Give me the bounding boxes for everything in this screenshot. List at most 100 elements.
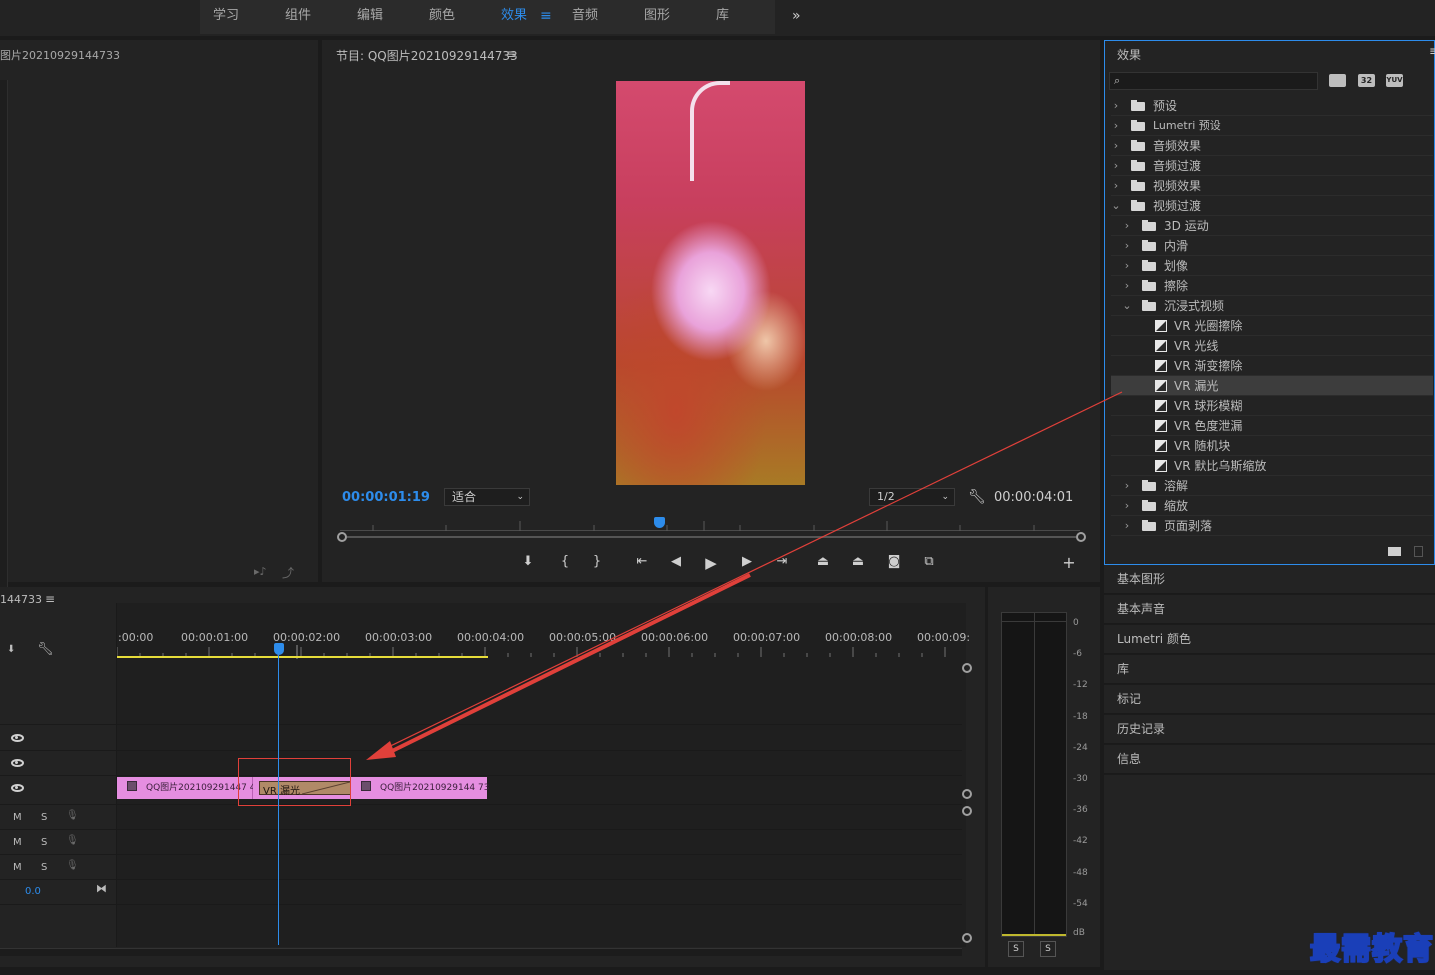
scroll-handle[interactable] <box>962 806 972 816</box>
tree-item-page-peel[interactable]: › 页面剥落 <box>1111 516 1433 536</box>
tree-item-immersive-video[interactable]: ⌄ 沉浸式视频 <box>1111 296 1433 316</box>
workspace-tab-assembly[interactable]: 组件 <box>285 0 311 32</box>
workspace-tab-libraries[interactable]: 库 <box>716 0 729 32</box>
tree-item-wipe[interactable]: › 擦除 <box>1111 276 1433 296</box>
effects-search-input[interactable]: ⌕ <box>1109 72 1318 90</box>
new-bin-icon[interactable] <box>1388 547 1401 556</box>
tree-item-vr-chroma-leaks[interactable]: VR 色度泄漏 <box>1111 416 1433 436</box>
insert-audio-icon[interactable]: ▸♪ <box>254 565 267 578</box>
fit-dropdown[interactable]: 适合 ⌄ <box>444 488 530 506</box>
tree-item-video-transitions[interactable]: ⌄ 视频过渡 <box>1111 196 1433 216</box>
panel-markers[interactable]: 标记 <box>1104 685 1435 714</box>
tree-item-video-effects[interactable]: › 视频效果 <box>1111 176 1433 196</box>
mute-button[interactable]: M <box>13 812 22 823</box>
program-ruler[interactable] <box>340 519 1080 531</box>
solo-button[interactable]: S <box>41 812 47 823</box>
panel-essential-sound[interactable]: 基本声音 <box>1104 595 1435 624</box>
panel-info[interactable]: 信息 <box>1104 745 1435 774</box>
resolution-dropdown[interactable]: 1/2 ⌄ <box>869 488 955 506</box>
solo-left-button[interactable]: S <box>1008 941 1024 957</box>
zoom-handle-right[interactable] <box>1076 532 1086 542</box>
solo-button[interactable]: S <box>41 862 47 873</box>
timeline-marker-icon[interactable]: ⬇︎ <box>7 644 15 655</box>
zoom-handle-left[interactable] <box>337 532 347 542</box>
source-scrollbar[interactable] <box>0 80 8 600</box>
toggle-track-output-icon[interactable] <box>11 759 24 767</box>
tree-item-audio-transitions[interactable]: › 音频过渡 <box>1111 156 1433 176</box>
camera-icon[interactable]: ◙ <box>885 554 903 569</box>
program-zoom-bar[interactable] <box>337 532 1086 542</box>
master-link-icon[interactable]: ⧓ <box>96 882 107 895</box>
timeline-h-scrollbar[interactable] <box>0 948 962 956</box>
extract-icon[interactable]: ⏏︎ <box>849 554 867 569</box>
32bit-effects-icon[interactable]: 32 <box>1358 74 1375 87</box>
tree-item-vr-spherical-blur[interactable]: VR 球形模糊 <box>1111 396 1433 416</box>
mark-out-icon[interactable]: } <box>588 554 606 569</box>
panel-lumetri-color[interactable]: Lumetri 颜色 <box>1104 625 1435 654</box>
tree-item-vr-gradient-wipe[interactable]: VR 渐变擦除 <box>1111 356 1433 376</box>
tree-item-3d-motion[interactable]: › 3D 运动 <box>1111 216 1433 236</box>
mute-button[interactable]: M <box>13 862 22 873</box>
export-icon[interactable]: ⤴ <box>282 564 294 581</box>
workspace-tab-effects[interactable]: 效果 <box>501 0 527 32</box>
step-forward-icon[interactable]: ▶︎ <box>738 554 756 569</box>
timeline-wrench-icon[interactable]: 🔧︎ <box>37 642 54 657</box>
add-marker-icon[interactable]: ⬇︎ <box>519 554 537 569</box>
lift-icon[interactable]: ⏏︎ <box>814 554 832 569</box>
program-playhead[interactable] <box>654 517 665 528</box>
trash-icon[interactable] <box>1414 546 1423 557</box>
go-to-out-icon[interactable]: ⇥ <box>773 554 791 569</box>
panel-libraries[interactable]: 库 <box>1104 655 1435 684</box>
tree-item-zoom[interactable]: › 缩放 <box>1111 496 1433 516</box>
work-area-bar[interactable] <box>117 656 488 658</box>
video-clip-1[interactable]: QQ图片202109291447 41. <box>117 777 264 799</box>
workspace-tab-audio[interactable]: 音频 <box>572 0 598 32</box>
wrench-icon[interactable]: 🔧︎ <box>968 489 986 505</box>
effects-menu-icon[interactable]: ≡ <box>1429 44 1435 58</box>
tree-item-vr-mobius-zoom[interactable]: VR 默比乌斯缩放 <box>1111 456 1433 476</box>
panel-history[interactable]: 历史记录 <box>1104 715 1435 744</box>
tree-item-dissolve[interactable]: › 溶解 <box>1111 476 1433 496</box>
timeline-menu-icon[interactable]: ≡ <box>45 592 55 606</box>
overflow-chevron-icon[interactable]: » <box>792 0 801 32</box>
tree-item-presets[interactable]: › 预设 <box>1111 96 1433 116</box>
workspace-tab-learn[interactable]: 学习 <box>213 0 239 32</box>
go-to-in-icon[interactable]: ⇤ <box>633 554 651 569</box>
workspace-tab-color[interactable]: 颜色 <box>429 0 455 32</box>
workspace-tab-graphics[interactable]: 图形 <box>644 0 670 32</box>
tree-item-slide[interactable]: › 内滑 <box>1111 236 1433 256</box>
video-clip-2[interactable]: QQ图片20210929144 73 <box>351 777 489 799</box>
panel-essential-graphics[interactable]: 基本图形 <box>1104 565 1435 594</box>
tree-item-lumetri-presets[interactable]: › Lumetri 预设 <box>1111 116 1433 136</box>
program-menu-icon[interactable]: ≡ <box>506 47 516 61</box>
workspace-tab-editing[interactable]: 编辑 <box>357 0 383 32</box>
current-timecode[interactable]: 00:00:01:19 <box>342 490 430 505</box>
accelerated-effects-icon[interactable] <box>1329 74 1346 87</box>
yuv-effects-icon[interactable]: YUV <box>1386 74 1403 87</box>
mark-in-icon[interactable]: { <box>556 554 574 569</box>
mute-button[interactable]: M <box>13 837 22 848</box>
solo-right-button[interactable]: S <box>1040 941 1056 957</box>
step-back-icon[interactable]: ◀︎ <box>667 554 685 569</box>
mic-icon[interactable]: 🎙︎ <box>66 835 79 846</box>
compare-icon[interactable]: ⧉ <box>920 554 938 569</box>
solo-button[interactable]: S <box>41 837 47 848</box>
tree-item-vr-light-leaks[interactable]: VR 漏光 <box>1111 376 1433 396</box>
mic-icon[interactable]: 🎙︎ <box>66 810 79 821</box>
tree-item-vr-random-blocks[interactable]: VR 随机块 <box>1111 436 1433 456</box>
add-button-icon[interactable]: + <box>1060 553 1078 572</box>
master-volume-value[interactable]: 0.0 <box>25 886 41 897</box>
toggle-track-output-icon[interactable] <box>11 734 24 742</box>
mic-icon[interactable]: 🎙︎ <box>66 860 79 871</box>
scroll-handle[interactable] <box>962 933 972 943</box>
tree-item-audio-effects[interactable]: › 音频效果 <box>1111 136 1433 156</box>
tree-item-iris[interactable]: › 划像 <box>1111 256 1433 276</box>
toggle-track-output-icon[interactable] <box>11 784 24 792</box>
scroll-handle[interactable] <box>962 663 972 673</box>
tree-item-vr-light-rays[interactable]: VR 光线 <box>1111 336 1433 356</box>
workspace-menu-icon[interactable]: ≡ <box>540 0 552 32</box>
timeline-playhead[interactable] <box>274 643 284 655</box>
scroll-handle[interactable] <box>962 789 972 799</box>
play-icon[interactable]: ▶︎ <box>702 554 720 572</box>
tree-item-vr-iris-wipe[interactable]: VR 光圈擦除 <box>1111 316 1433 336</box>
